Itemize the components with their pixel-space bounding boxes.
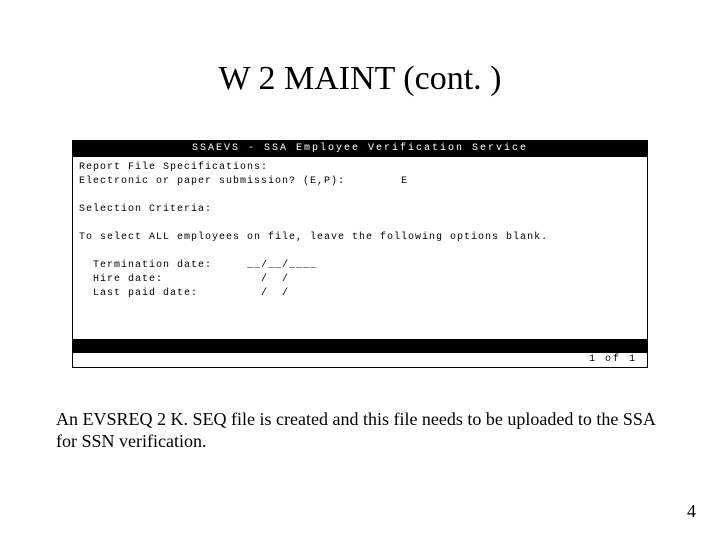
submission-row: Electronic or paper submission? (E,P): (79, 175, 641, 189)
termination-date-value[interactable]: __/__/____ (247, 259, 317, 273)
hire-date-value[interactable]: / / (247, 273, 289, 287)
termination-date-label: Termination date: (93, 259, 212, 273)
submission-prompt: Electronic or paper submission? (E,P): (79, 175, 345, 189)
terminal-header: SSAEVS - SSA Employee Verification Servi… (73, 141, 647, 157)
slide: W 2 MAINT (cont. ) SSAEVS - SSA Employee… (0, 0, 720, 540)
terminal-body: Report File Specifications: Electronic o… (73, 157, 647, 305)
blank-row-2 (79, 217, 641, 231)
last-paid-date-row: Last paid date: / / (79, 287, 641, 301)
report-file-spec-heading: Report File Specifications: (79, 161, 641, 175)
blank-row-3 (79, 245, 641, 259)
terminal-footer-bar (73, 339, 647, 353)
hire-date-row: Hire date: / / (79, 273, 641, 287)
select-all-instruction: To select ALL employees on file, leave t… (79, 231, 641, 245)
caption-text: An EVSREQ 2 K. SEQ file is created and t… (56, 408, 664, 452)
hire-date-label: Hire date: (93, 273, 163, 287)
last-paid-date-value[interactable]: / / (247, 287, 289, 301)
last-paid-date-label: Last paid date: (93, 287, 198, 301)
slide-page-number: 4 (687, 501, 696, 522)
selection-criteria-heading: Selection Criteria: (79, 203, 641, 217)
terminal-footer: 1 of 1 (73, 339, 647, 367)
blank-row-1 (79, 189, 641, 203)
slide-title: W 2 MAINT (cont. ) (0, 60, 720, 98)
submission-input[interactable] (401, 176, 421, 187)
terminal-page-indicator: 1 of 1 (73, 353, 647, 367)
termination-date-row: Termination date: __/__/____ (79, 259, 641, 273)
terminal-screenshot: SSAEVS - SSA Employee Verification Servi… (72, 140, 648, 368)
